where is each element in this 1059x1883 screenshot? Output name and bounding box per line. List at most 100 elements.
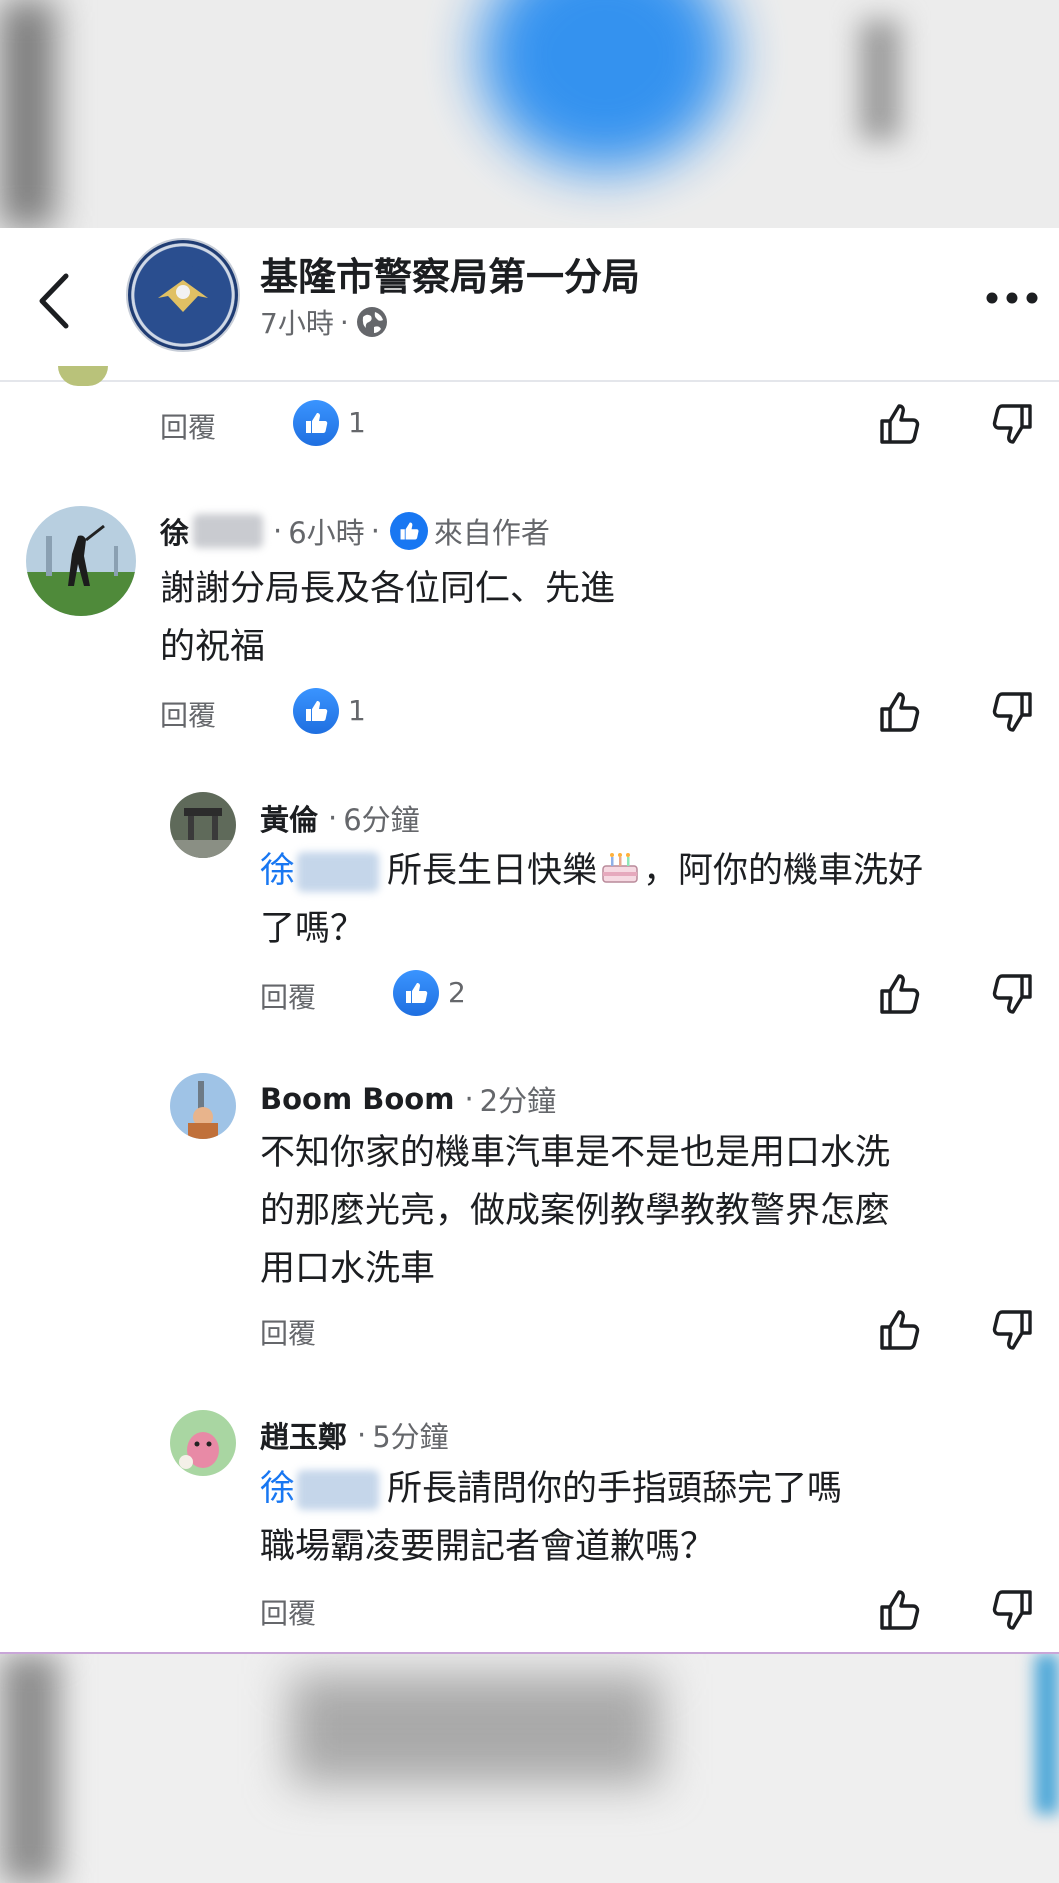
cake-emoji bbox=[602, 853, 638, 883]
police-emblem-icon bbox=[153, 265, 213, 325]
comment-header: Boom Boom · 2分鐘 bbox=[260, 1078, 556, 1120]
like-icon bbox=[880, 404, 920, 444]
comment-actions: 回覆 1 bbox=[160, 688, 1059, 738]
post-time: 7小時 bbox=[260, 307, 334, 340]
back-icon bbox=[39, 273, 69, 329]
more-options-button[interactable] bbox=[982, 278, 1042, 318]
more-icon bbox=[986, 292, 1038, 304]
meta-separator: · bbox=[357, 1418, 367, 1452]
comment-text: 謝謝分局長及各位同仁、先進 的祝福 bbox=[160, 560, 615, 676]
like-count: 1 bbox=[348, 694, 366, 727]
user-avatar-image bbox=[170, 792, 236, 858]
globe-icon bbox=[356, 307, 387, 337]
like-button[interactable] bbox=[876, 688, 924, 736]
comment-text: 徐 所長生日快樂 ，阿你的機車洗好 了嗎？ bbox=[260, 842, 1040, 958]
like-icon bbox=[406, 983, 428, 1003]
like-button[interactable] bbox=[876, 1306, 924, 1354]
commenter-name[interactable]: 趙玉鄭 bbox=[260, 1414, 347, 1456]
comment-actions: 回覆 2 bbox=[260, 970, 1059, 1020]
meta-separator: · bbox=[328, 801, 338, 835]
comment-actions: 回覆 bbox=[260, 1306, 1059, 1356]
mention-link[interactable]: 徐 bbox=[260, 1469, 295, 1509]
comment-text-line: 職場霸凌要開記者會道歉嗎？ bbox=[260, 1527, 716, 1567]
comment-time: 2分鐘 bbox=[479, 1084, 557, 1118]
commenter-name[interactable]: 徐 bbox=[160, 510, 189, 552]
post-header: 基隆市警察局第一分局 7小時 · bbox=[0, 228, 1059, 382]
like-icon bbox=[880, 974, 920, 1014]
reply-button[interactable]: 回覆 bbox=[260, 1312, 316, 1352]
reply-button[interactable]: 回覆 bbox=[160, 694, 216, 734]
like-icon bbox=[880, 1590, 920, 1630]
comment-text-part: 所長生日快樂 bbox=[387, 851, 598, 891]
dislike-icon bbox=[992, 404, 1032, 444]
comment-text: 徐 所長請問你的手指頭舔完了嗎 職場霸凌要開記者會道歉嗎？ bbox=[260, 1460, 1040, 1576]
comment-text-line: 了嗎？ bbox=[260, 909, 366, 949]
comment-text-part: ，阿你的機車洗好 bbox=[643, 851, 924, 891]
like-reaction-badge bbox=[393, 970, 439, 1016]
like-reaction-badge bbox=[293, 400, 339, 446]
comment-text: 不知你家的機車汽車是不是也是用口水洗 的那麼光亮，做成案例教學教教警界怎麼 用口… bbox=[260, 1124, 1040, 1298]
like-icon bbox=[306, 413, 328, 433]
user-avatar-image bbox=[170, 1410, 236, 1476]
author-badge: 來自作者 bbox=[389, 510, 550, 552]
reply-button[interactable]: 回覆 bbox=[260, 1592, 316, 1632]
meta-separator: · bbox=[273, 514, 283, 548]
reply-button[interactable]: 回覆 bbox=[260, 976, 316, 1016]
like-button[interactable] bbox=[876, 970, 924, 1018]
comment-header: 黃倫 · 6分鐘 bbox=[260, 797, 420, 839]
like-count: 2 bbox=[448, 976, 466, 1009]
dislike-button[interactable] bbox=[988, 970, 1036, 1018]
comment-time: 6分鐘 bbox=[343, 803, 420, 837]
blurred-background-top bbox=[0, 0, 1059, 228]
comment-actions: 回覆 1 bbox=[160, 400, 1059, 450]
redacted-mention bbox=[297, 852, 380, 892]
commenter-name[interactable]: 黃倫 bbox=[260, 797, 318, 839]
user-avatar-image bbox=[170, 1073, 236, 1139]
commenter-avatar[interactable] bbox=[26, 506, 136, 616]
dislike-icon bbox=[992, 692, 1032, 732]
comment-header: 趙玉鄭 · 5分鐘 bbox=[260, 1414, 449, 1456]
mention-link[interactable]: 徐 bbox=[260, 851, 295, 891]
comment-text-line: 不知你家的機車汽車是不是也是用口水洗 bbox=[260, 1133, 891, 1173]
dislike-button[interactable] bbox=[988, 688, 1036, 736]
dislike-icon bbox=[992, 1590, 1032, 1630]
dislike-icon bbox=[992, 974, 1032, 1014]
dislike-button[interactable] bbox=[988, 1306, 1036, 1354]
dislike-button[interactable] bbox=[988, 400, 1036, 448]
author-badge-label: 來自作者 bbox=[433, 516, 550, 550]
redacted-name bbox=[193, 514, 264, 548]
avatar-partial bbox=[58, 366, 108, 386]
comment-text-line: 用口水洗車 bbox=[260, 1249, 436, 1289]
dislike-icon bbox=[992, 1310, 1032, 1350]
commenter-avatar[interactable] bbox=[170, 1410, 236, 1476]
comment-text-line: 的祝福 bbox=[160, 627, 266, 667]
comment-actions: 回覆 bbox=[260, 1586, 1059, 1636]
comment-time: 5分鐘 bbox=[372, 1420, 449, 1454]
commenter-avatar[interactable] bbox=[170, 792, 236, 858]
comment-text-line: 的那麼光亮，做成案例教學教教警界怎麼 bbox=[260, 1191, 891, 1231]
like-icon bbox=[880, 692, 920, 732]
like-button[interactable] bbox=[876, 400, 924, 448]
commenter-avatar[interactable] bbox=[170, 1073, 236, 1139]
like-icon bbox=[389, 512, 428, 550]
page-avatar[interactable] bbox=[126, 238, 240, 352]
like-reaction-badge bbox=[293, 688, 339, 734]
like-button[interactable] bbox=[876, 1586, 924, 1634]
meta-separator: · bbox=[370, 514, 380, 548]
comment-text-part: 所長請問你的手指頭舔完了嗎 bbox=[387, 1469, 843, 1509]
meta-separator: · bbox=[464, 1082, 474, 1116]
commenter-name[interactable]: Boom Boom bbox=[260, 1082, 454, 1116]
page-title[interactable]: 基隆市警察局第一分局 bbox=[260, 246, 640, 301]
back-button[interactable] bbox=[30, 266, 80, 336]
comment-text-line: 謝謝分局長及各位同仁、先進 bbox=[160, 569, 616, 609]
post-meta: 7小時 · bbox=[260, 302, 389, 342]
like-icon bbox=[306, 701, 328, 721]
like-icon bbox=[880, 1310, 920, 1350]
like-count: 1 bbox=[348, 406, 366, 439]
reply-button[interactable]: 回覆 bbox=[160, 406, 216, 446]
dislike-button[interactable] bbox=[988, 1586, 1036, 1634]
blurred-background-bottom bbox=[0, 1654, 1059, 1883]
golfer-avatar-image bbox=[26, 506, 136, 616]
comment-time: 6小時 bbox=[288, 516, 365, 550]
meta-separator: · bbox=[339, 305, 349, 339]
